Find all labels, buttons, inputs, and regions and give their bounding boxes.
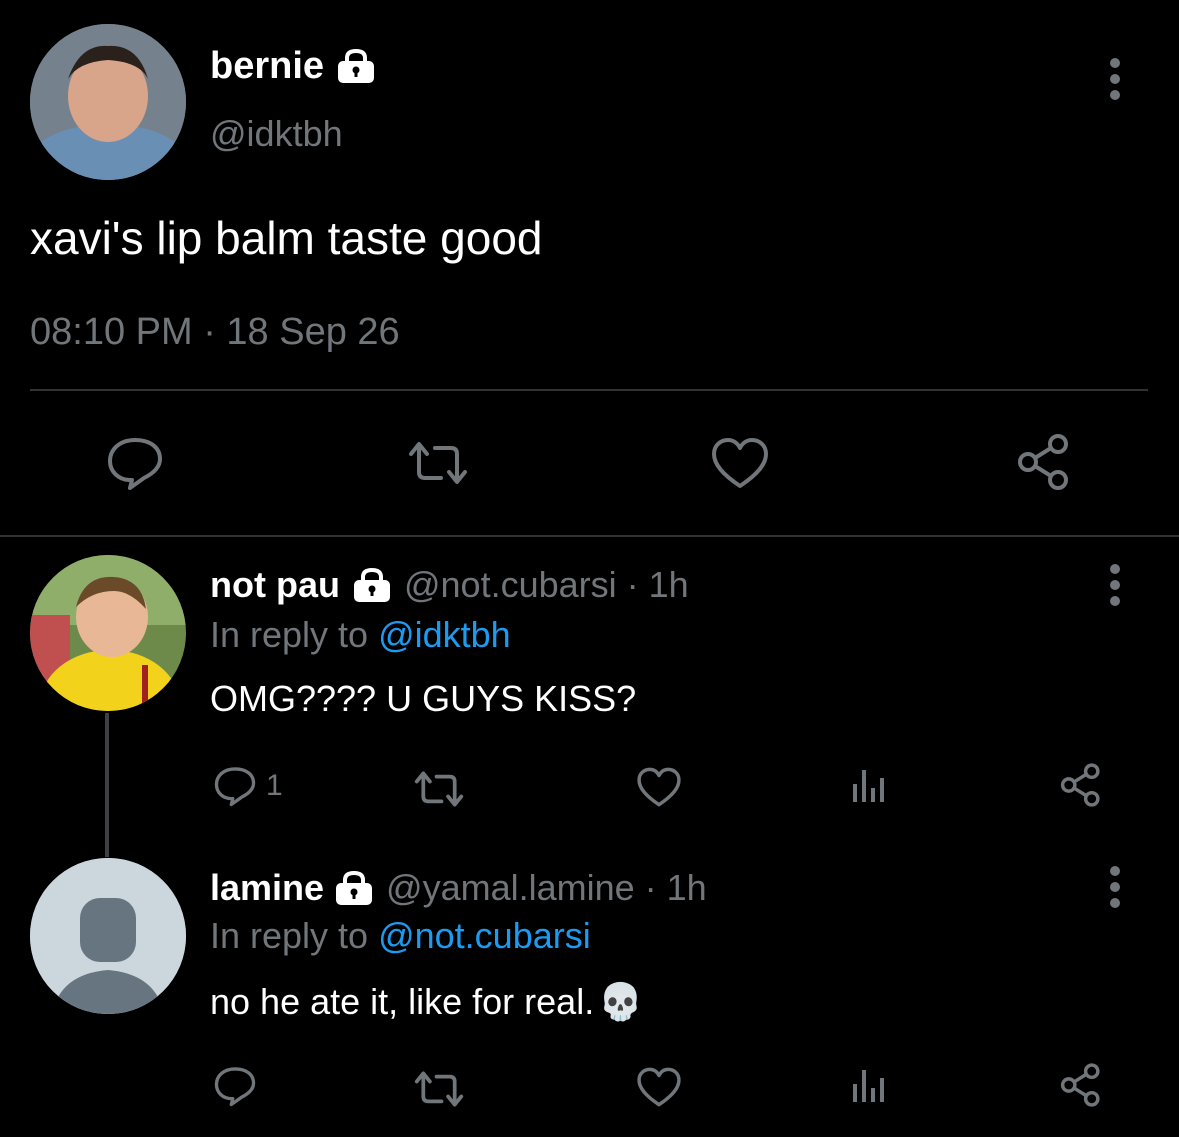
retweet-icon bbox=[409, 442, 467, 484]
lock-icon bbox=[334, 871, 374, 905]
retweet-icon bbox=[414, 771, 464, 807]
main-handle[interactable]: @idktbh bbox=[210, 112, 343, 156]
heart-icon bbox=[712, 438, 768, 488]
reply-to-mention[interactable]: @not.cubarsi bbox=[378, 915, 591, 956]
views-button[interactable] bbox=[850, 766, 890, 804]
reply-icon bbox=[214, 767, 256, 807]
reply-handle[interactable]: @yamal.lamine · 1h bbox=[386, 866, 707, 910]
views-button[interactable] bbox=[850, 1066, 890, 1104]
share-button[interactable] bbox=[1058, 1062, 1104, 1108]
reply-count: 1 bbox=[266, 769, 283, 802]
reply-to-mention[interactable]: @idktbh bbox=[378, 614, 511, 655]
display-name-text: bernie bbox=[210, 45, 325, 87]
share-button[interactable] bbox=[1014, 432, 1074, 492]
reply-handle[interactable]: @not.cubarsi · 1h bbox=[404, 563, 689, 607]
tweet-text: xavi's lip balm taste good bbox=[30, 212, 543, 264]
thread-line bbox=[105, 713, 109, 857]
reply-display-name[interactable]: not pau bbox=[210, 563, 340, 607]
avatar-bernie[interactable] bbox=[30, 24, 186, 180]
main-display-name[interactable]: bernie bbox=[210, 44, 376, 88]
reply-header: not pau @not.cubarsi · 1h bbox=[210, 563, 689, 607]
share-icon bbox=[1018, 434, 1068, 490]
heart-icon bbox=[637, 767, 681, 807]
heart-icon bbox=[637, 1067, 681, 1107]
more-icon[interactable] bbox=[1105, 58, 1125, 100]
reply-header: lamine @yamal.lamine · 1h bbox=[210, 866, 707, 910]
avatar-not-pau[interactable] bbox=[30, 555, 186, 711]
reply-button[interactable] bbox=[104, 434, 166, 492]
share-icon bbox=[1060, 763, 1100, 807]
more-icon[interactable] bbox=[1105, 564, 1125, 606]
like-button[interactable] bbox=[710, 436, 770, 490]
share-icon bbox=[1060, 1063, 1100, 1107]
like-button[interactable] bbox=[636, 1066, 682, 1108]
retweet-button[interactable] bbox=[410, 1070, 468, 1108]
retweet-button[interactable] bbox=[410, 770, 468, 808]
lock-icon bbox=[352, 568, 392, 602]
divider bbox=[0, 535, 1179, 537]
reply-text: no he ate it, like for real. bbox=[210, 981, 595, 1022]
reply-display-name[interactable]: lamine bbox=[210, 866, 324, 910]
retweet-icon bbox=[414, 1071, 464, 1107]
avatar-lamine[interactable] bbox=[30, 858, 186, 1014]
views-icon bbox=[853, 1070, 884, 1102]
reply-text: OMG???? U GUYS KISS? bbox=[210, 678, 637, 719]
reply-text-container: no he ate it, like for real. 💀 bbox=[210, 980, 643, 1024]
lock-icon bbox=[336, 49, 376, 83]
reply-to-line: In reply to @idktbh bbox=[210, 613, 511, 657]
reply-button[interactable]: 1 bbox=[212, 764, 283, 808]
share-button[interactable] bbox=[1058, 762, 1104, 808]
like-button[interactable] bbox=[636, 766, 682, 808]
default-avatar-icon bbox=[30, 858, 186, 1014]
views-icon bbox=[853, 770, 884, 802]
reply-to-label: In reply to bbox=[210, 614, 379, 655]
reply-to-label: In reply to bbox=[210, 915, 379, 956]
reply-icon bbox=[108, 438, 162, 490]
reply-button[interactable] bbox=[212, 1064, 258, 1108]
more-icon[interactable] bbox=[1105, 866, 1125, 908]
tweet-timestamp[interactable]: 08:10 PM · 18 Sep 26 bbox=[30, 308, 400, 356]
divider bbox=[30, 389, 1148, 391]
reply-icon bbox=[214, 1067, 256, 1107]
reply-to-line: In reply to @not.cubarsi bbox=[210, 914, 591, 958]
retweet-button[interactable] bbox=[403, 440, 473, 486]
skull-emoji: 💀 bbox=[598, 981, 644, 1022]
